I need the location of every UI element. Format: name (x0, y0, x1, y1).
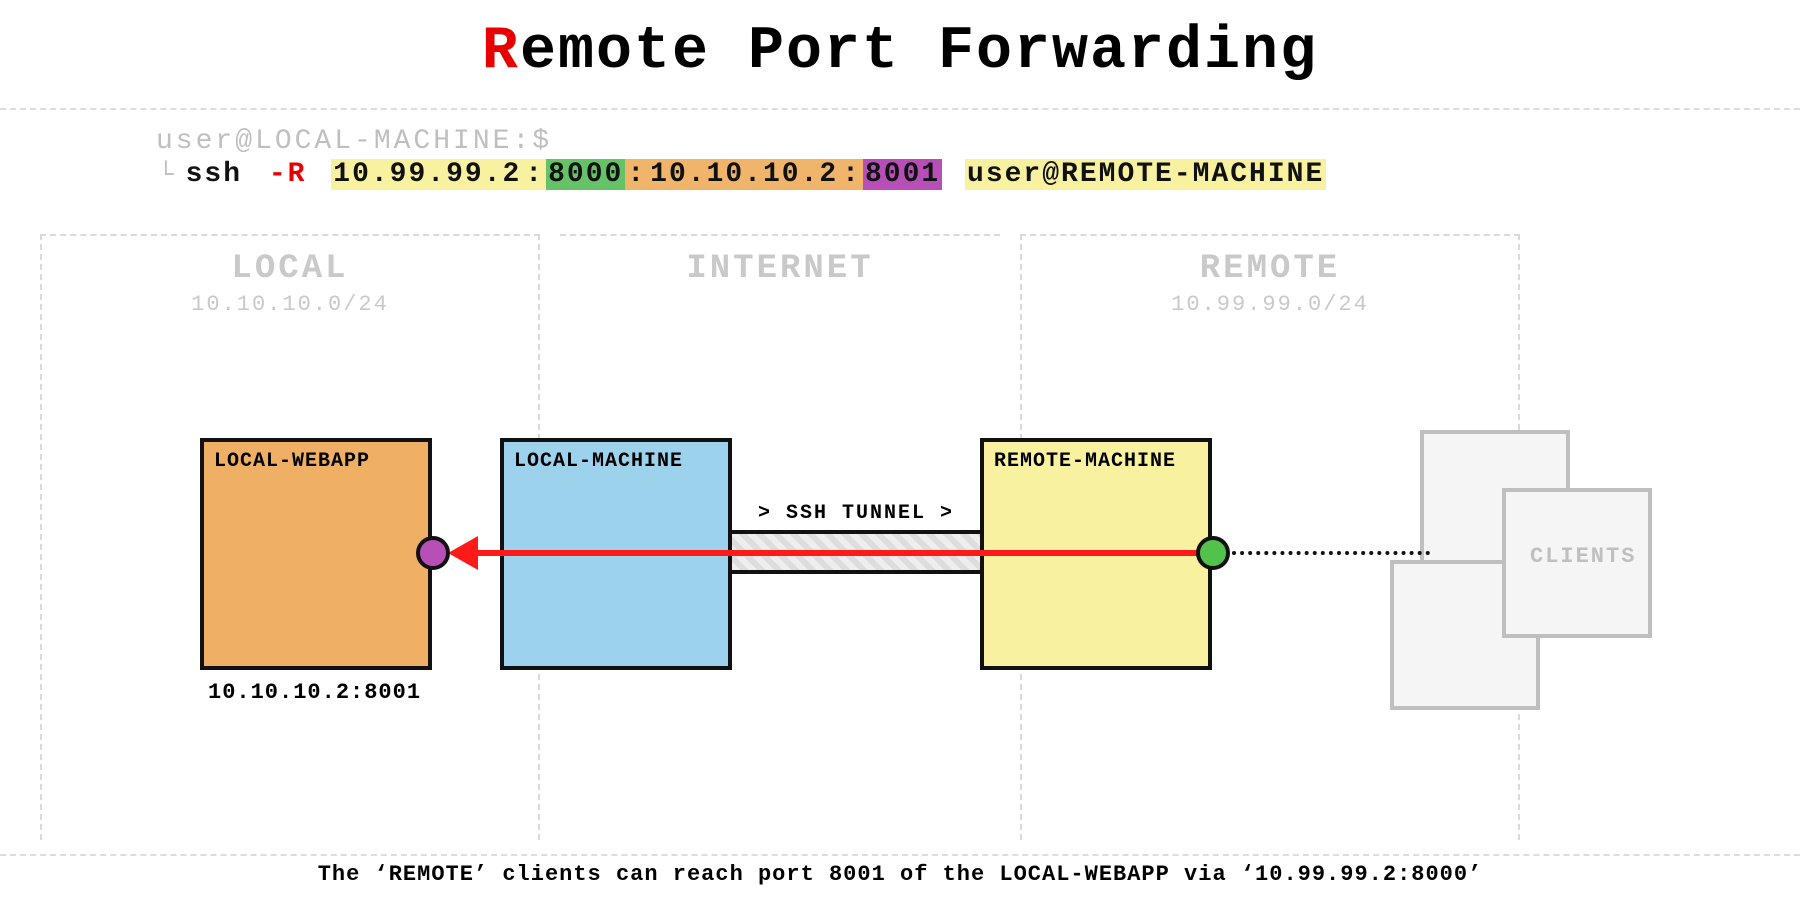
local-webapp-address: 10.10.10.2:8001 (208, 680, 421, 705)
cmd-sep3: : (840, 159, 863, 190)
box-remote-machine-label: REMOTE-MACHINE (994, 450, 1176, 473)
clients-connection-line (1232, 551, 1430, 555)
box-local-webapp-label: LOCAL-WEBAPP (214, 450, 370, 473)
shell-prompt: user@LOCAL-MACHINE:$ (156, 126, 1326, 157)
ssh-tunnel-label: > SSH TUNNEL > (732, 502, 980, 525)
clients-label: CLIENTS (1530, 544, 1636, 569)
cmd-host-port: 8001 (863, 159, 942, 190)
command-block: user@LOCAL-MACHINE:$ └ ssh -R 10.99.99.2… (156, 126, 1326, 190)
zone-local-title: LOCAL (42, 250, 538, 288)
port-8000-icon (1196, 536, 1230, 570)
cmd-flag: -R (267, 159, 309, 190)
cmd-sep1: : (523, 159, 546, 190)
clients-cluster: CLIENTS (1380, 430, 1720, 690)
box-local-machine-label: LOCAL-MACHINE (514, 450, 683, 473)
shell-command: └ ssh -R 10.99.99.2:8000:10.10.10.2:8001… (156, 159, 1326, 190)
divider-bottom (0, 854, 1800, 856)
zone-remote-title: REMOTE (1022, 250, 1518, 288)
prompt-caret-icon: └ (156, 160, 178, 190)
zone-internet-title: INTERNET (560, 250, 1000, 288)
divider-top (0, 108, 1800, 110)
cmd-sep2: : (625, 159, 648, 190)
cmd-bind-addr: 10.99.99.2 (331, 159, 523, 190)
zone-local-cidr: 10.10.10.0/24 (42, 292, 538, 317)
title-first-letter: R (482, 18, 520, 86)
cmd-target: user@REMOTE-MACHINE (965, 159, 1326, 190)
cmd-host-addr: 10.10.10.2 (648, 159, 840, 190)
flow-arrow-line (460, 550, 1204, 556)
title-rest: emote Port Forwarding (520, 18, 1318, 86)
page-title: Remote Port Forwarding (0, 0, 1800, 86)
flow-arrow-head-icon (448, 536, 478, 570)
port-8001-icon (416, 536, 450, 570)
cmd-ssh: ssh (184, 159, 244, 190)
caption: The ‘REMOTE’ clients can reach port 8001… (0, 862, 1800, 887)
zone-remote-cidr: 10.99.99.0/24 (1022, 292, 1518, 317)
cmd-bind-port: 8000 (546, 159, 625, 190)
box-local-webapp: LOCAL-WEBAPP (200, 438, 432, 670)
